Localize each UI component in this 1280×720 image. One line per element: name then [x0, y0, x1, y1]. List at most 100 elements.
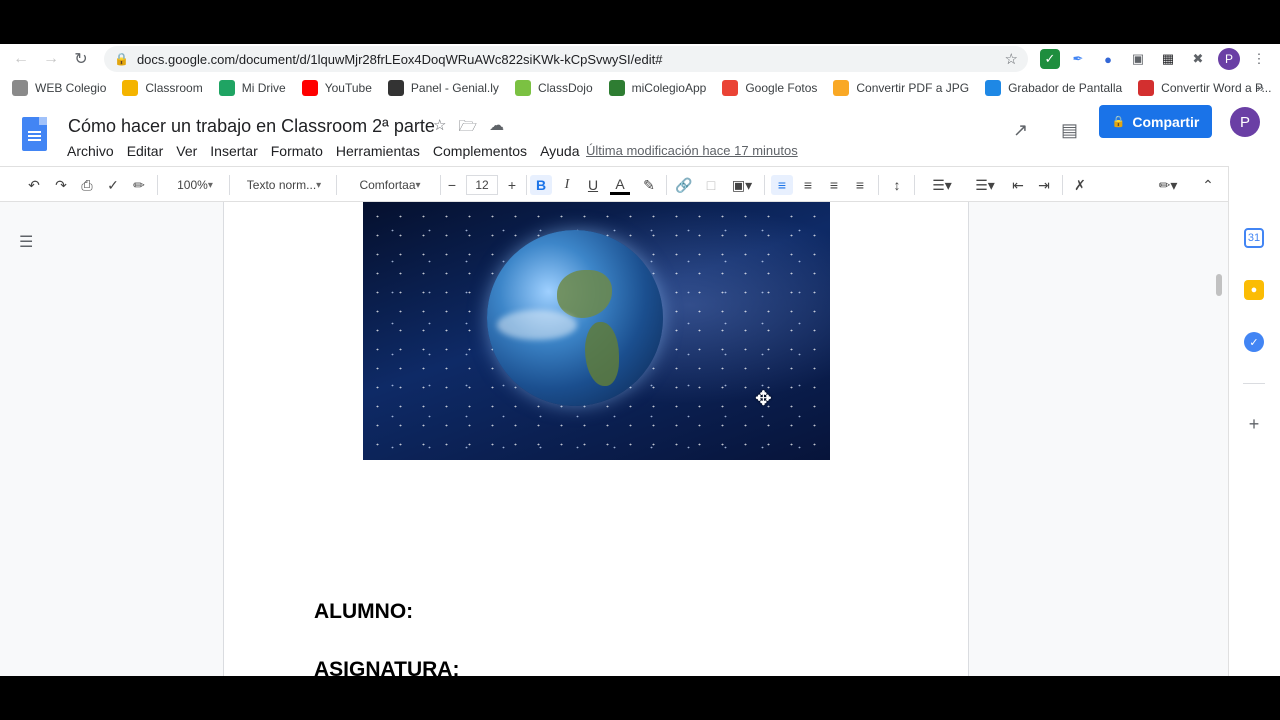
font-size-input[interactable]: 12	[466, 175, 498, 195]
undo-icon[interactable]: ↶	[24, 175, 44, 195]
line-spacing-icon[interactable]: ↕	[886, 175, 908, 195]
decrease-indent-icon[interactable]: ⇤	[1008, 175, 1028, 195]
side-panel: 31 ● ✓ + ›	[1228, 166, 1280, 676]
browser-window: ← → ↻ 🔒 docs.google.com/document/d/1lquw…	[0, 44, 1280, 676]
tasks-icon[interactable]: ✓	[1244, 332, 1264, 352]
scrollbar-thumb[interactable]	[1216, 274, 1222, 296]
comments-icon[interactable]: ▤	[1061, 120, 1078, 141]
extension-shield-icon[interactable]: ✓	[1040, 49, 1060, 69]
cloud-status-icon[interactable]: ☁	[489, 116, 504, 141]
extension-circle-icon[interactable]: ●	[1098, 49, 1118, 69]
highlight-color-icon[interactable]: ✎	[639, 175, 659, 195]
document-title[interactable]: Cómo hacer un trabajo en Classroom 2ª pa…	[68, 116, 435, 137]
document-page[interactable]: ✥ ALUMNO: ASIGNATURA:	[223, 202, 969, 676]
extension-pen-icon[interactable]: ✒	[1068, 49, 1088, 69]
font-select[interactable]: Comfortaa	[346, 175, 434, 195]
bookmark-item[interactable]: Grabador de Pantalla	[985, 80, 1122, 96]
menu-item[interactable]: Formato	[271, 143, 323, 159]
bookmark-item[interactable]: YouTube	[301, 80, 372, 96]
bookmark-label: Panel - Genial.ly	[410, 81, 499, 95]
increase-indent-icon[interactable]: ⇥	[1034, 175, 1054, 195]
insert-link-icon[interactable]: 🔗	[674, 175, 694, 195]
bold-button[interactable]: B	[530, 175, 552, 195]
docs-header: Cómo hacer un trabajo en Classroom 2ª pa…	[0, 102, 1280, 166]
forward-icon[interactable]: →	[36, 44, 66, 74]
menu-item[interactable]: Ver	[176, 143, 197, 159]
cloud-shape	[497, 310, 577, 340]
extension-square-icon[interactable]: ▣	[1128, 49, 1148, 69]
menu-item[interactable]: Editar	[127, 143, 164, 159]
lock-icon: 🔒	[114, 52, 129, 66]
star-icon[interactable]: ☆	[433, 116, 446, 141]
increase-font-size-icon[interactable]: +	[504, 175, 520, 195]
zoom-select[interactable]: 100%	[170, 175, 220, 195]
share-button[interactable]: 🔒 Compartir	[1099, 105, 1212, 138]
decrease-font-size-icon[interactable]: −	[444, 175, 460, 195]
bookmark-item[interactable]: ClassDojo	[514, 80, 593, 96]
bookmark-item[interactable]: miColegioApp	[608, 80, 706, 96]
bookmark-item[interactable]: Google Fotos	[722, 80, 817, 96]
move-folder-icon[interactable]: 🗁	[458, 116, 477, 141]
collapse-menus-icon[interactable]: ⌃	[1198, 175, 1218, 195]
menu-item[interactable]: Herramientas	[336, 143, 420, 159]
bookmark-item[interactable]: Classroom	[122, 80, 203, 96]
align-right-icon[interactable]: ≡	[824, 175, 844, 195]
bookmarks-overflow-icon[interactable]: »	[1257, 80, 1264, 95]
clear-formatting-icon[interactable]: ✗	[1070, 175, 1090, 195]
toolbar-divider	[666, 175, 667, 195]
toolbar-divider	[878, 175, 879, 195]
browser-profile-avatar[interactable]: P	[1218, 48, 1240, 70]
editing-mode-icon[interactable]: ✏▾	[1150, 175, 1186, 195]
recorder-icon	[985, 80, 1002, 96]
bookmark-item[interactable]: Convertir Word a P...	[1138, 80, 1271, 96]
bookmark-item[interactable]: Convertir PDF a JPG	[833, 80, 969, 96]
paragraph-style-select[interactable]: Texto norm...	[240, 175, 328, 195]
account-avatar[interactable]: P	[1230, 107, 1260, 137]
alumno-label: ALUMNO:	[314, 600, 414, 623]
menu-item[interactable]: Insertar	[210, 143, 257, 159]
menu-item[interactable]: Complementos	[433, 143, 527, 159]
north-america-shape	[557, 270, 612, 318]
photos-icon	[722, 80, 739, 96]
align-left-icon[interactable]: ≡	[771, 175, 793, 195]
add-comment-icon[interactable]: □	[701, 175, 721, 195]
add-addon-icon[interactable]: +	[1244, 414, 1264, 434]
keep-icon[interactable]: ●	[1244, 280, 1264, 300]
extensions-puzzle-icon[interactable]: ✖	[1188, 49, 1208, 69]
document-outline-icon[interactable]: ☰	[19, 232, 33, 252]
south-america-shape	[585, 322, 619, 386]
numbered-list-icon[interactable]: ☰▾	[924, 175, 960, 195]
bookmark-item[interactable]: Mi Drive	[218, 80, 286, 96]
browser-menu-icon[interactable]: ⋮	[1249, 49, 1269, 69]
extension-grid-icon[interactable]: ▦	[1158, 49, 1178, 69]
bookmark-label: WEB Colegio	[35, 81, 107, 95]
menu-item[interactable]: Archivo	[67, 143, 114, 159]
insert-image-icon[interactable]: ▣▾	[728, 175, 756, 195]
earth-image[interactable]: ✥	[363, 202, 830, 460]
bookmark-star-icon[interactable]: ☆	[1005, 50, 1018, 68]
bookmark-item[interactable]: Panel - Genial.ly	[387, 80, 499, 96]
bookmark-label: Mi Drive	[241, 81, 286, 95]
text-color-button[interactable]: A	[610, 175, 630, 195]
menu-bar: Archivo Editar Ver Insertar Formato Herramien…	[67, 143, 593, 159]
address-bar[interactable]: 🔒 docs.google.com/document/d/1lquwMjr28f…	[104, 46, 1028, 72]
bookmark-item[interactable]: WEB Colegio	[12, 80, 106, 96]
bulleted-list-icon[interactable]: ☰▾	[967, 175, 1003, 195]
print-icon[interactable]: ⎙	[77, 175, 97, 195]
calendar-icon[interactable]: 31	[1244, 228, 1264, 248]
formatting-toolbar: ↶ ↷ ⎙ ✓ ✏ 100% Texto norm... Comfortaa −…	[0, 166, 1228, 202]
activity-trend-icon[interactable]: ↗	[1013, 120, 1028, 141]
bookmark-label: Google Fotos	[745, 81, 818, 95]
underline-button[interactable]: U	[583, 175, 603, 195]
justify-icon[interactable]: ≡	[850, 175, 870, 195]
align-center-icon[interactable]: ≡	[798, 175, 818, 195]
spellcheck-icon[interactable]: ✓	[103, 175, 123, 195]
reload-icon[interactable]: ↻	[66, 44, 96, 74]
docs-logo-icon[interactable]	[22, 117, 47, 151]
last-edit-link[interactable]: Última modificación hace 17 minutos	[586, 143, 798, 158]
redo-icon[interactable]: ↷	[51, 175, 71, 195]
paint-format-icon[interactable]: ✏	[129, 175, 149, 195]
back-icon[interactable]: ←	[6, 44, 36, 74]
italic-button[interactable]: I	[557, 175, 577, 195]
menu-item[interactable]: Ayuda	[540, 143, 579, 159]
